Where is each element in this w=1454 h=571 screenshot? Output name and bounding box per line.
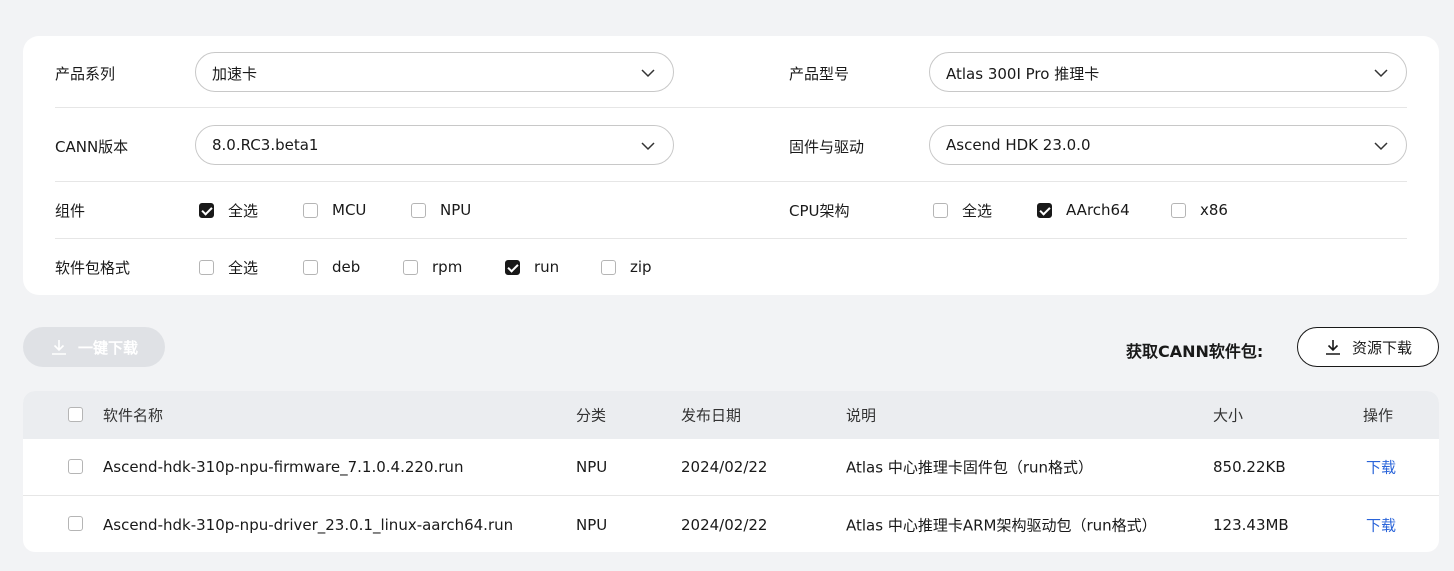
checkbox[interactable] (199, 259, 214, 275)
option-label: AArch64 (1066, 201, 1130, 219)
filter-row-format: 软件包格式 全选 deb rpm run zip (55, 239, 1407, 295)
checkbox[interactable] (411, 202, 426, 218)
component-option-mcu[interactable]: MCU (303, 200, 366, 220)
filter-row-product: 产品系列 加速卡 产品型号 Atlas 300I Pro 推理卡 (55, 36, 1407, 108)
checkbox[interactable] (505, 259, 520, 275)
row-download-link[interactable]: 下载 (1366, 457, 1396, 478)
row-software-name: Ascend-hdk-310p-npu-firmware_7.1.0.4.220… (103, 458, 464, 476)
cpu-option-all[interactable]: 全选 (933, 200, 992, 220)
get-cann-label: 获取CANN软件包: (1126, 342, 1264, 361)
cann-version-select[interactable]: 8.0.RC3.beta1 (195, 125, 674, 165)
package-format-label: 软件包格式 (55, 259, 131, 277)
format-option-zip[interactable]: zip (601, 257, 652, 277)
column-header-action: 操作 (1363, 406, 1394, 425)
option-label: NPU (440, 201, 472, 219)
component-option-npu[interactable]: NPU (411, 200, 471, 220)
table-row: Ascend-hdk-310p-npu-driver_23.0.1_linux-… (23, 496, 1439, 552)
cpu-option-aarch64[interactable]: AArch64 (1037, 200, 1130, 220)
column-header-category: 分类 (576, 406, 607, 425)
component-option-all[interactable]: 全选 (199, 200, 258, 220)
format-option-run[interactable]: run (505, 257, 559, 277)
firmware-driver-label: 固件与驱动 (789, 138, 865, 156)
row-description: Atlas 中心推理卡固件包（run格式） (846, 458, 1094, 477)
row-category: NPU (576, 515, 608, 534)
resource-download-button[interactable]: 资源下载 (1297, 327, 1439, 367)
component-label: 组件 (55, 202, 86, 220)
column-header-date: 发布日期 (681, 406, 742, 425)
row-checkbox[interactable] (68, 459, 83, 474)
checkbox[interactable] (303, 259, 318, 275)
cann-version-value: 8.0.RC3.beta1 (212, 136, 319, 154)
chevron-down-icon (641, 142, 655, 151)
select-all-checkbox[interactable] (68, 407, 83, 422)
option-label: deb (332, 258, 361, 276)
firmware-driver-value: Ascend HDK 23.0.0 (946, 136, 1091, 154)
row-download-link[interactable]: 下载 (1366, 514, 1396, 535)
table-header: 软件名称 分类 发布日期 说明 大小 操作 (23, 391, 1439, 439)
row-checkbox[interactable] (68, 516, 83, 531)
column-header-description: 说明 (846, 406, 877, 425)
option-label: run (534, 258, 560, 276)
option-label: 全选 (228, 201, 259, 220)
option-label: 全选 (962, 201, 993, 220)
option-label: rpm (432, 258, 463, 276)
chevron-down-icon (1374, 69, 1388, 78)
cpu-option-x86[interactable]: x86 (1171, 200, 1228, 220)
row-size: 850.22KB (1213, 458, 1286, 476)
table-row: Ascend-hdk-310p-npu-firmware_7.1.0.4.220… (23, 439, 1439, 496)
product-model-select[interactable]: Atlas 300I Pro 推理卡 (929, 52, 1407, 92)
checkbox[interactable] (303, 202, 318, 218)
filter-row-version: CANN版本 8.0.RC3.beta1 固件与驱动 Ascend HDK 23… (55, 108, 1407, 182)
checkbox[interactable] (1171, 202, 1186, 218)
format-option-rpm[interactable]: rpm (403, 257, 462, 277)
checkbox[interactable] (403, 259, 418, 275)
software-table: 软件名称 分类 发布日期 说明 大小 操作 Ascend-hdk-310p-np… (23, 391, 1439, 552)
checkbox[interactable] (601, 259, 616, 275)
row-description: Atlas 中心推理卡ARM架构驱动包（run格式） (846, 516, 1157, 534)
filter-panel: 产品系列 加速卡 产品型号 Atlas 300I Pro 推理卡 CANN版本 … (23, 36, 1439, 295)
chevron-down-icon (1374, 142, 1388, 151)
column-header-size: 大小 (1213, 406, 1244, 425)
product-series-select[interactable]: 加速卡 (195, 52, 674, 92)
download-all-label: 一键下载 (77, 338, 138, 357)
cpu-arch-label: CPU架构 (789, 202, 850, 220)
cann-version-label: CANN版本 (55, 138, 129, 156)
product-series-label: 产品系列 (55, 65, 116, 83)
checkbox[interactable] (199, 202, 214, 218)
checkbox[interactable] (933, 202, 948, 218)
chevron-down-icon (641, 69, 655, 78)
option-label: x86 (1200, 201, 1228, 219)
download-icon (1325, 340, 1340, 355)
row-software-name: Ascend-hdk-310p-npu-driver_23.0.1_linux-… (103, 515, 514, 534)
option-label: MCU (332, 201, 367, 219)
row-size: 123.43MB (1213, 515, 1289, 534)
resource-download-label: 资源下载 (1351, 338, 1412, 357)
format-option-all[interactable]: 全选 (199, 257, 258, 277)
column-header-name: 软件名称 (103, 406, 164, 425)
product-model-value: Atlas 300I Pro 推理卡 (946, 65, 1100, 83)
filter-row-component: 组件 全选 MCU NPU CPU架构 全选 AArch64 x86 (55, 182, 1407, 239)
option-label: zip (630, 258, 652, 276)
row-date: 2024/02/22 (681, 515, 768, 534)
product-model-label: 产品型号 (789, 65, 850, 83)
format-option-deb[interactable]: deb (303, 257, 360, 277)
row-category: NPU (576, 458, 608, 476)
download-icon (51, 340, 66, 355)
firmware-driver-select[interactable]: Ascend HDK 23.0.0 (929, 125, 1407, 165)
product-series-value: 加速卡 (212, 65, 258, 83)
row-date: 2024/02/22 (681, 458, 768, 476)
option-label: 全选 (228, 258, 259, 277)
checkbox[interactable] (1037, 202, 1052, 218)
download-all-button[interactable]: 一键下载 (23, 327, 165, 367)
